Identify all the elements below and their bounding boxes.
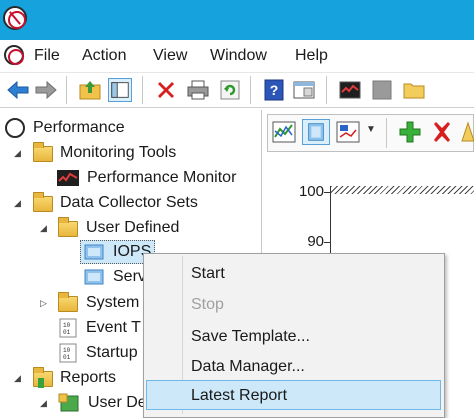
tree-item-data-collector-sets[interactable]: Data Collector Sets	[60, 192, 198, 214]
graph-top-band	[331, 186, 474, 194]
svg-text:10: 10	[63, 347, 71, 354]
tree-item-event-trace[interactable]: Event T	[86, 317, 141, 339]
menu-item-start[interactable]: Start	[191, 262, 225, 286]
performance-monitor-app-icon[interactable]	[3, 6, 27, 30]
up-folder-icon[interactable]	[78, 78, 102, 102]
tree-item-startup[interactable]: Startup	[86, 342, 138, 364]
folder-icon	[33, 192, 53, 212]
delete-counter-icon[interactable]	[430, 121, 454, 143]
data-collector-set-icon	[84, 269, 104, 285]
collapse-arrow-icon[interactable]: ◢	[14, 148, 24, 158]
view-log-data-icon[interactable]	[336, 121, 360, 143]
toolbar-separator	[66, 76, 67, 104]
dropdown-arrow-icon[interactable]: ▼	[366, 124, 378, 136]
system-menu-icon[interactable]	[4, 45, 24, 65]
print-icon[interactable]	[186, 78, 210, 102]
change-graph-type-icon[interactable]	[272, 121, 296, 143]
menu-item-stop: Stop	[191, 296, 224, 313]
delete-icon[interactable]	[154, 78, 178, 102]
y-axis-tick-90: 90	[307, 233, 324, 250]
menu-window[interactable]: Window	[210, 45, 267, 67]
menu-file[interactable]: File	[34, 45, 60, 67]
add-counter-icon[interactable]	[398, 121, 422, 143]
performance-monitor-icon[interactable]	[338, 78, 362, 102]
menu-item-latest-report[interactable]: Latest Report	[191, 384, 287, 408]
help-icon[interactable]: ?	[262, 78, 286, 102]
svg-text:?: ?	[270, 82, 279, 98]
performance-monitor-icon	[57, 170, 79, 186]
startup-trace-icon: 1001	[59, 343, 77, 363]
expand-arrow-icon[interactable]: ▷	[40, 298, 50, 308]
properties-icon[interactable]	[292, 78, 316, 102]
tree-item-user-defined[interactable]: User Defined	[86, 217, 179, 239]
toolbar-separator	[250, 76, 251, 104]
tree-item-performance-monitor[interactable]: Performance Monitor	[87, 167, 236, 189]
back-arrow-icon[interactable]	[6, 78, 30, 102]
svg-text:01: 01	[63, 329, 71, 336]
reports-badge-icon	[38, 378, 44, 388]
menu-item-data-manager[interactable]: Data Manager...	[191, 355, 305, 379]
tree-item-performance[interactable]: Performance	[33, 117, 125, 139]
user-defined-folder-icon	[58, 217, 78, 237]
data-collector-set-icon	[84, 244, 104, 260]
folder-icon	[33, 142, 53, 162]
refresh-icon[interactable]	[218, 78, 242, 102]
menu-view[interactable]: View	[153, 45, 187, 67]
folder-icon	[58, 292, 78, 312]
view-current-activity-icon[interactable]	[302, 119, 330, 145]
user-defined-reports-icon	[58, 393, 79, 412]
stop-icon[interactable]	[370, 78, 394, 102]
forward-arrow-icon[interactable]	[34, 78, 58, 102]
collapse-arrow-icon[interactable]: ◢	[40, 223, 50, 233]
toolbar-separator	[386, 118, 387, 148]
menu-item-save-template[interactable]: Save Template...	[191, 325, 310, 349]
title-bar	[0, 0, 474, 40]
toolbar-separator	[142, 76, 143, 104]
show-hide-tree-icon[interactable]	[108, 78, 132, 102]
event-trace-icon: 1001	[59, 318, 77, 338]
tree-item-user-defined-reports[interactable]: User De	[88, 392, 147, 414]
performance-root-icon	[5, 118, 25, 138]
y-axis-tick-100: 100	[298, 183, 324, 200]
collapse-arrow-icon[interactable]: ◢	[14, 198, 24, 208]
tree-item-reports[interactable]: Reports	[60, 367, 116, 389]
menu-action[interactable]: Action	[82, 45, 126, 67]
svg-text:01: 01	[63, 354, 71, 361]
toolbar-separator	[326, 76, 327, 104]
tree-item-monitoring-tools[interactable]: Monitoring Tools	[60, 142, 176, 164]
highlight-icon[interactable]	[460, 121, 474, 143]
tree-item-system[interactable]: System	[86, 292, 139, 314]
folder-icon[interactable]	[402, 78, 426, 102]
collapse-arrow-icon[interactable]: ◢	[14, 373, 24, 383]
collapse-arrow-icon[interactable]: ◢	[40, 398, 50, 408]
svg-text:10: 10	[63, 322, 71, 329]
menu-help[interactable]: Help	[295, 45, 328, 67]
tree-item-serv[interactable]: Serv	[113, 266, 146, 288]
